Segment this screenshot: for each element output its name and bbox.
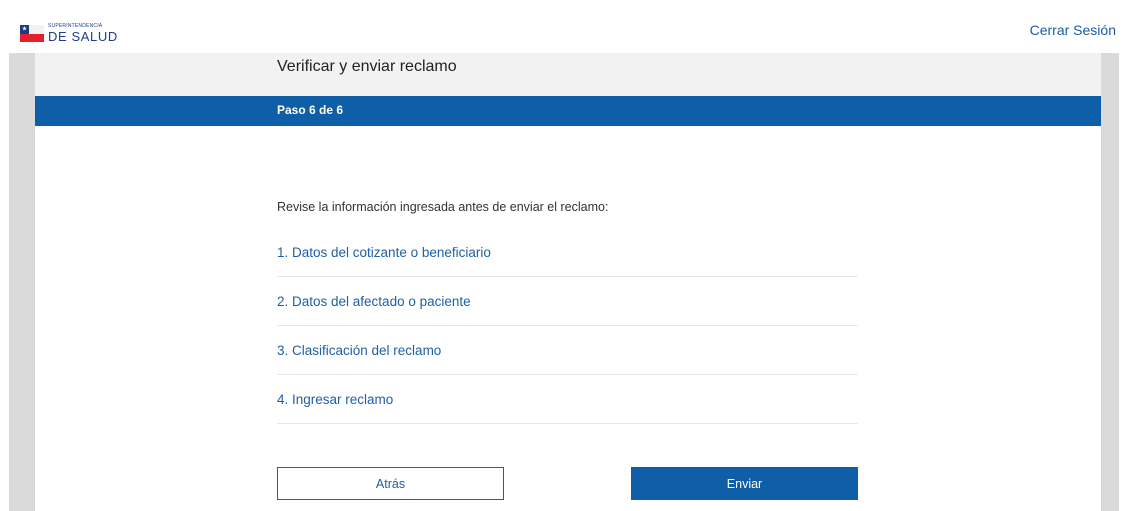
left-side-panel bbox=[9, 53, 35, 511]
superintendencia-logo[interactable]: Superintendencia DE SALUD bbox=[20, 24, 118, 43]
section-link[interactable]: 2. Datos del afectado o paciente bbox=[277, 294, 471, 309]
intro-text: Revise la información ingresada antes de… bbox=[277, 200, 609, 214]
step-indicator: Paso 6 de 6 bbox=[277, 103, 344, 117]
send-button[interactable]: Enviar bbox=[631, 467, 858, 500]
step-band bbox=[35, 96, 1101, 126]
section-item-reclamo[interactable]: 4. Ingresar reclamo bbox=[277, 375, 858, 424]
section-item-clasificacion[interactable]: 3. Clasificación del reclamo bbox=[277, 326, 858, 375]
logo-big-text: DE SALUD bbox=[48, 29, 118, 44]
section-link[interactable]: 3. Clasificación del reclamo bbox=[277, 343, 441, 358]
back-button[interactable]: Atrás bbox=[277, 467, 504, 500]
section-link[interactable]: 4. Ingresar reclamo bbox=[277, 392, 393, 407]
section-link[interactable]: 1. Datos del cotizante o beneficiario bbox=[277, 245, 491, 260]
chile-flag-icon bbox=[20, 25, 44, 42]
section-list: 1. Datos del cotizante o beneficiario 2.… bbox=[277, 228, 858, 424]
page-title: Verificar y enviar reclamo bbox=[277, 58, 457, 75]
logo-text: Superintendencia DE SALUD bbox=[48, 24, 118, 44]
top-bar: Superintendencia DE SALUD Cerrar Sesión bbox=[0, 0, 1128, 53]
logout-link[interactable]: Cerrar Sesión bbox=[1030, 22, 1116, 38]
section-item-cotizante[interactable]: 1. Datos del cotizante o beneficiario bbox=[277, 228, 858, 277]
section-item-afectado[interactable]: 2. Datos del afectado o paciente bbox=[277, 277, 858, 326]
title-band bbox=[35, 53, 1101, 96]
right-side-panel bbox=[1101, 53, 1119, 511]
